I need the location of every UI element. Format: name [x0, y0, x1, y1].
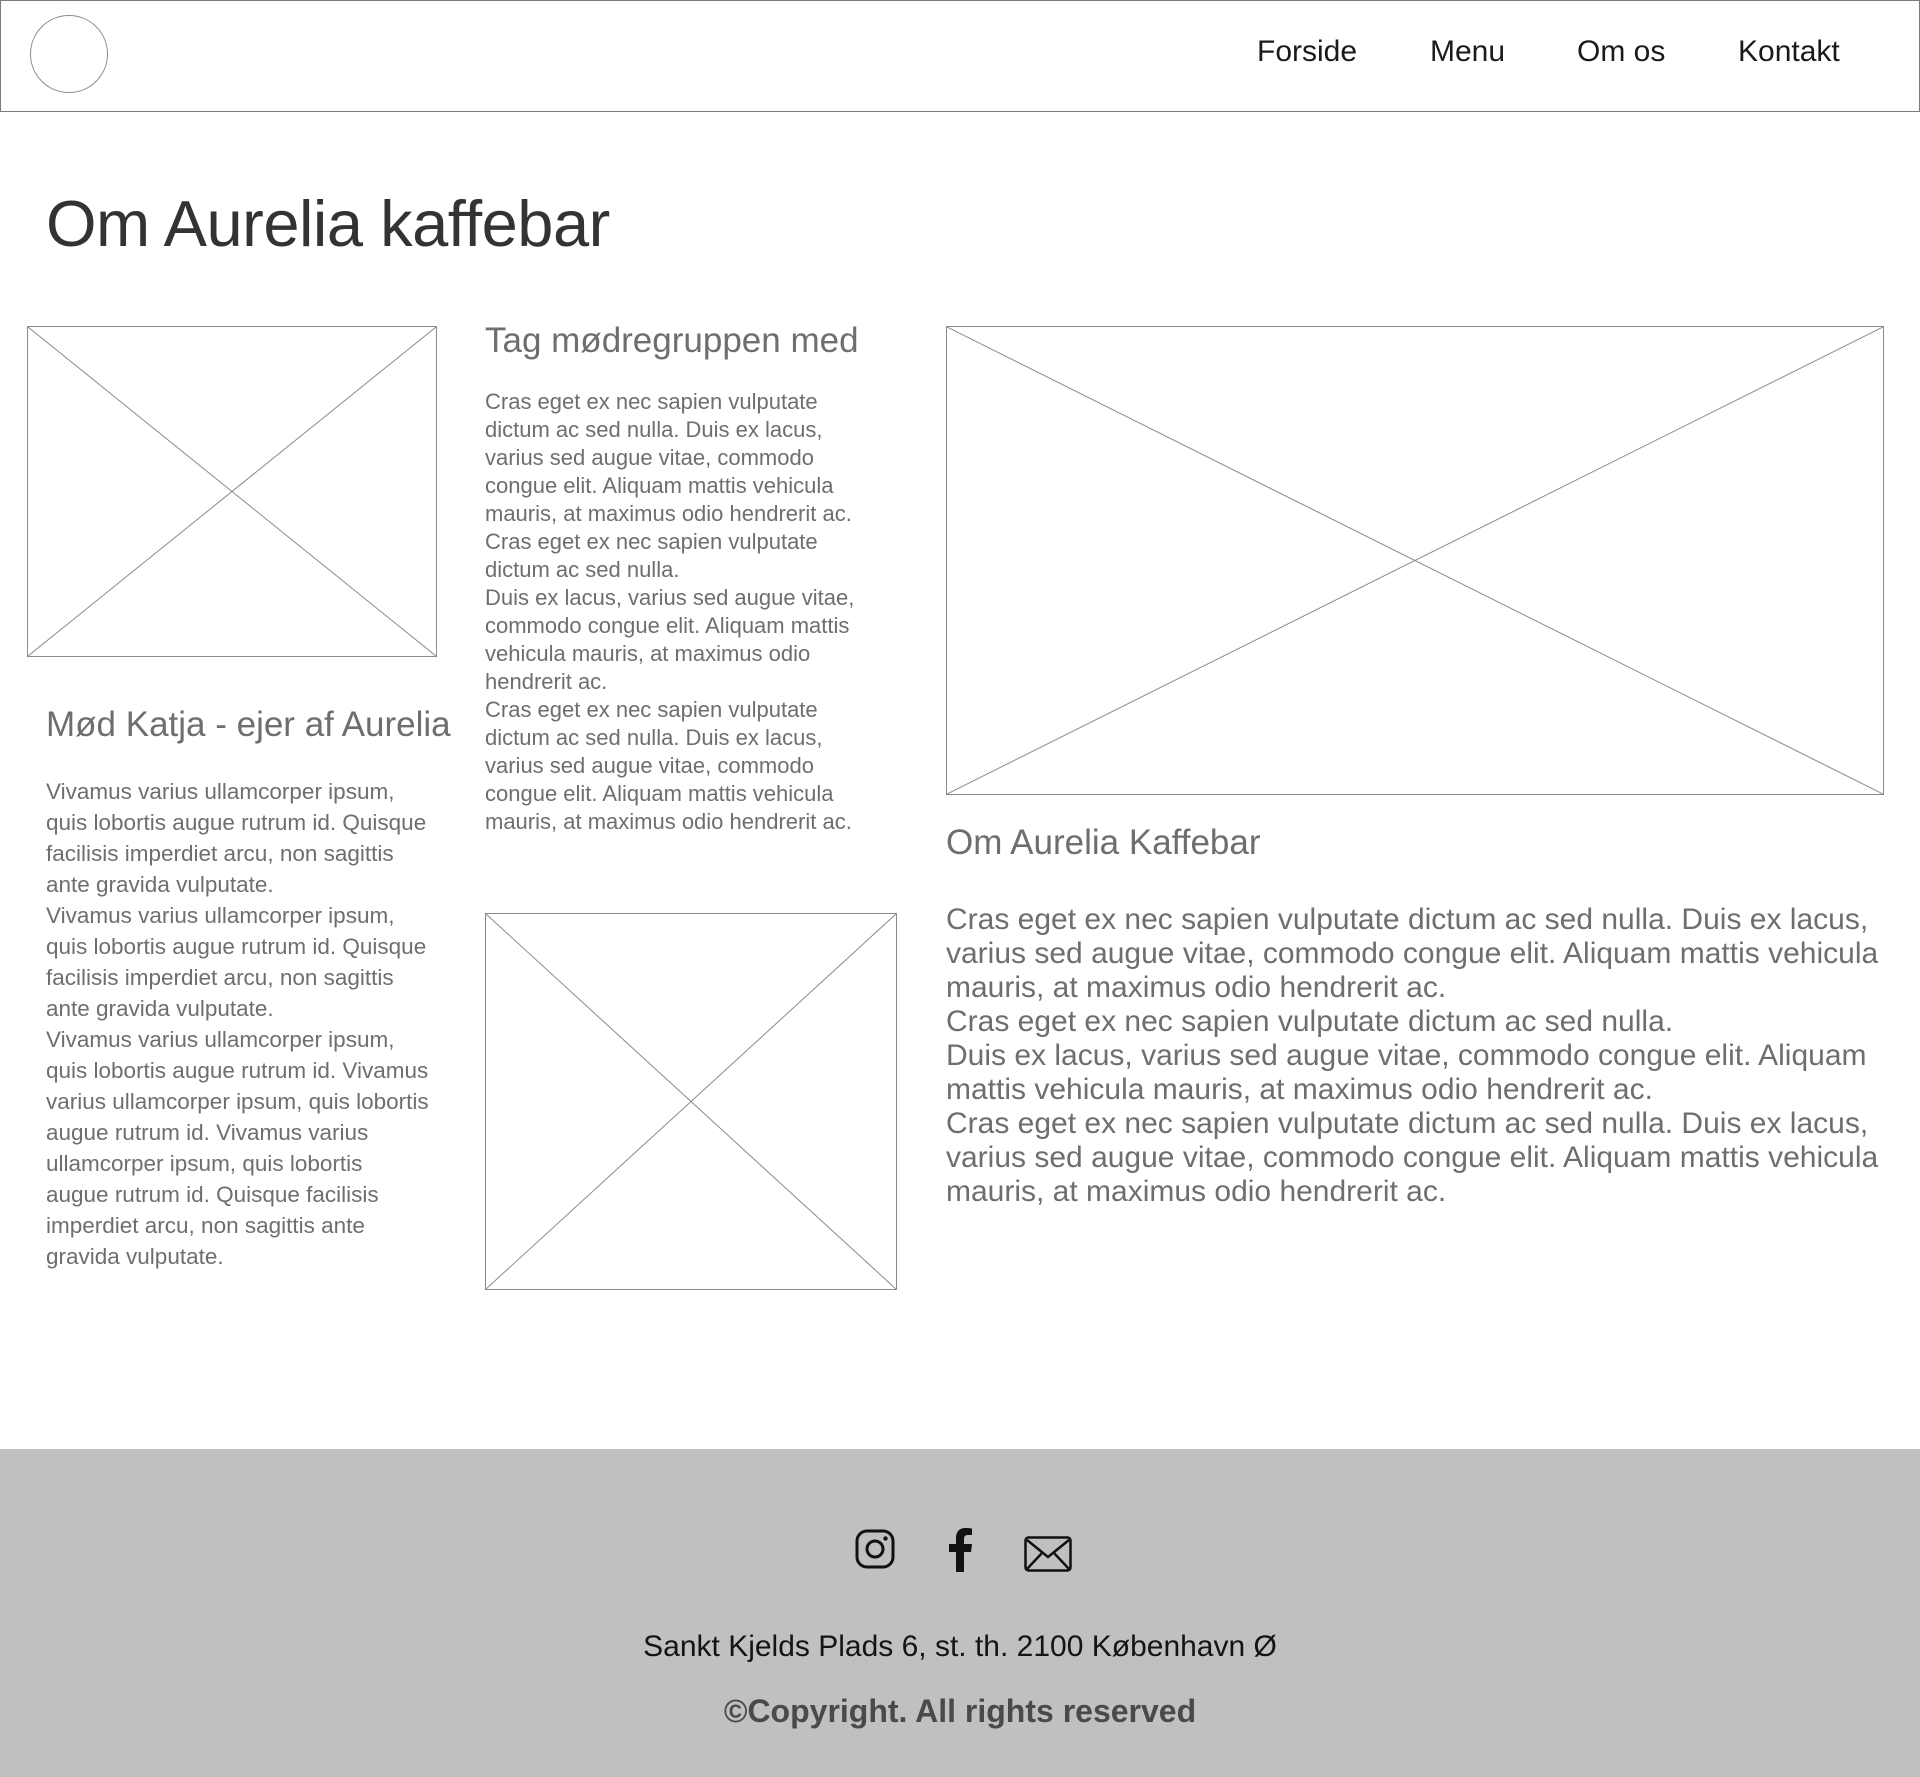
about-text-line: mauris, at maximus odio hendrerit ac.	[946, 1175, 1447, 1208]
nav-om-os[interactable]: Om os	[1577, 35, 1665, 69]
instagram-icon[interactable]	[855, 1529, 895, 1569]
page-title: Om Aurelia kaffebar	[46, 187, 610, 260]
katja-text-line: imperdiet arcu, non sagittis ante	[46, 1213, 365, 1238]
moedregruppe-text-line: Duis ex lacus, varius sed augue vitae,	[485, 585, 855, 610]
moedregruppe-text-line: dictum ac sed nulla.	[485, 557, 680, 582]
image-placeholder-main	[946, 326, 1884, 795]
katja-text-line: Vivamus varius ullamcorper ipsum,	[46, 903, 395, 928]
katja-text-line: quis lobortis augue rutrum id. Quisque	[46, 810, 427, 835]
katja-text-line: Vivamus varius ullamcorper ipsum,	[46, 1027, 395, 1052]
site-header: Forside Menu Om os Kontakt	[0, 0, 1920, 112]
moedregruppe-text-line: Cras eget ex nec sapien vulputate	[485, 697, 818, 722]
footer-copyright: ©Copyright. All rights reserved	[723, 1693, 1197, 1729]
katja-text-line: gravida vulputate.	[46, 1244, 224, 1269]
moedregruppe-text-line: Cras eget ex nec sapien vulputate	[485, 529, 818, 554]
moedregruppe-text-line: varius sed augue vitae, commodo	[485, 445, 814, 470]
image-placeholder-katja	[27, 326, 437, 657]
katja-text-line: Vivamus varius ullamcorper ipsum,	[46, 779, 395, 804]
moedregruppe-heading: Tag mødregruppen med	[485, 321, 859, 360]
moedregruppe-text-line: dictum ac sed nulla. Duis ex lacus,	[485, 725, 823, 750]
katja-text-line: varius ullamcorper ipsum, quis lobortis	[46, 1089, 429, 1114]
nav-kontakt[interactable]: Kontakt	[1738, 35, 1840, 69]
moedregruppe-text-line: congue elit. Aliquam mattis vehicula	[485, 781, 834, 806]
about-text-line: varius sed augue vitae, commodo congue e…	[946, 937, 1879, 970]
moedregruppe-text-line: hendrerit ac.	[485, 669, 608, 694]
moedregruppe-text-line: commodo congue elit. Aliquam mattis	[485, 613, 850, 638]
about-text-line: Cras eget ex nec sapien vulputate dictum…	[946, 1107, 1869, 1140]
about-text-line: Cras eget ex nec sapien vulputate dictum…	[946, 1005, 1674, 1038]
footer-address: Sankt Kjelds Plads 6, st. th. 2100 Køben…	[643, 1630, 1277, 1663]
about-text-line: mauris, at maximus odio hendrerit ac.	[946, 971, 1447, 1004]
moedregruppe-text-line: varius sed augue vitae, commodo	[485, 753, 814, 778]
site-footer: Sankt Kjelds Plads 6, st. th. 2100 Køben…	[0, 1449, 1920, 1777]
nav-menu[interactable]: Menu	[1430, 35, 1505, 69]
katja-text-line: quis lobortis augue rutrum id. Vivamus	[46, 1058, 429, 1083]
moedregruppe-text: Cras eget ex nec sapien vulputate dictum …	[485, 388, 854, 836]
katja-text: Vivamus varius ullamcorper ipsum, quis lo…	[46, 776, 429, 1272]
moedregruppe-text-line: congue elit. Aliquam mattis vehicula	[485, 473, 834, 498]
moedregruppe-text-line: Cras eget ex nec sapien vulputate	[485, 389, 818, 414]
about-text-line: Cras eget ex nec sapien vulputate dictum…	[946, 903, 1869, 936]
about-text-line: varius sed augue vitae, commodo congue e…	[946, 1141, 1879, 1174]
katja-text-line: augue rutrum id. Quisque facilisis	[46, 1182, 379, 1207]
katja-text-line: quis lobortis augue rutrum id. Quisque	[46, 934, 427, 959]
about-text: Cras eget ex nec sapien vulputate dictum…	[946, 903, 1878, 1209]
katja-text-line: ante gravida vulputate.	[46, 872, 274, 897]
image-placeholder-middle	[485, 913, 897, 1290]
about-heading: Om Aurelia Kaffebar	[946, 823, 1261, 862]
katja-text-line: augue rutrum id. Vivamus varius	[46, 1120, 369, 1145]
about-text-line: Duis ex lacus, varius sed augue vitae, c…	[946, 1039, 1867, 1072]
katja-text-line: ullamcorper ipsum, quis lobortis	[46, 1151, 363, 1176]
katja-text-line: facilisis imperdiet arcu, non sagittis	[46, 965, 394, 990]
katja-text-line: ante gravida vulputate.	[46, 996, 274, 1021]
katja-heading: Mød Katja - ejer af Aurelia	[46, 705, 451, 744]
moedregruppe-text-line: dictum ac sed nulla. Duis ex lacus,	[485, 417, 823, 442]
about-text-line: mattis vehicula mauris, at maximus odio …	[946, 1073, 1653, 1106]
moedregruppe-text-line: mauris, at maximus odio hendrerit ac.	[485, 809, 852, 834]
katja-text-line: facilisis imperdiet arcu, non sagittis	[46, 841, 394, 866]
nav-forside[interactable]: Forside	[1257, 35, 1357, 69]
facebook-icon[interactable]	[946, 1528, 974, 1572]
moedregruppe-text-line: vehicula mauris, at maximus odio	[485, 641, 811, 666]
logo-placeholder[interactable]	[30, 15, 108, 93]
moedregruppe-text-line: mauris, at maximus odio hendrerit ac.	[485, 501, 852, 526]
mail-icon[interactable]	[1024, 1536, 1072, 1572]
